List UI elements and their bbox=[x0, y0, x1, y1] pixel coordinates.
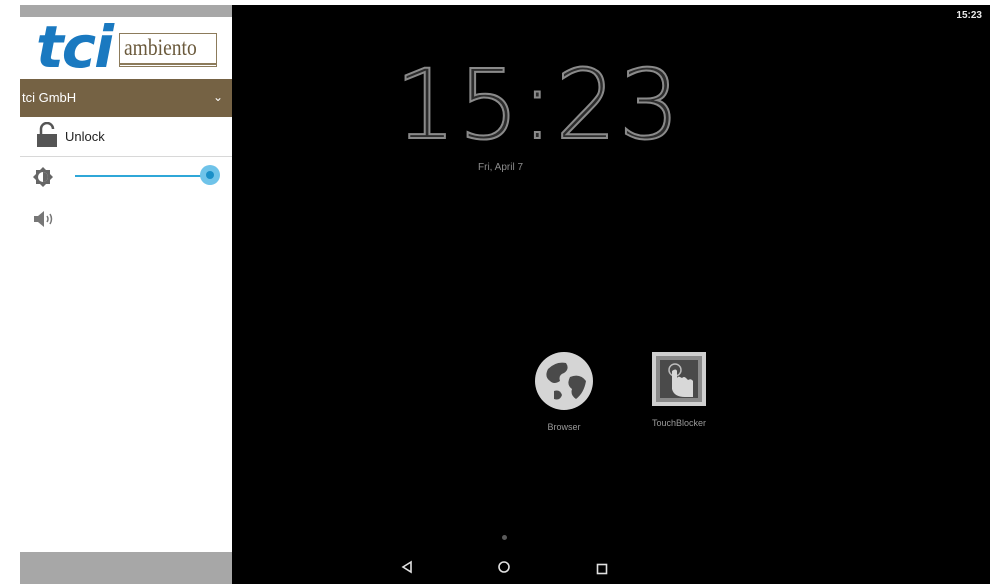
side-drawer: tci ambiento tci GmbH ⌄ Unlock bbox=[20, 13, 232, 552]
account-name: tci GmbH bbox=[22, 90, 77, 105]
tci-ambiento-logo: tci ambiento bbox=[20, 13, 232, 81]
app-label-touchblocker: TouchBlocker bbox=[651, 418, 707, 428]
back-icon[interactable] bbox=[400, 560, 414, 579]
chevron-down-icon: ⌄ bbox=[213, 90, 224, 104]
app-touchblocker[interactable]: TouchBlocker bbox=[639, 351, 719, 428]
volume-icon bbox=[33, 209, 55, 234]
logo-ambiento-text: ambiento bbox=[124, 35, 197, 60]
brightness-icon bbox=[33, 167, 53, 192]
recent-apps-icon[interactable] bbox=[596, 562, 608, 580]
app-browser[interactable]: Browser bbox=[524, 351, 604, 432]
app-label-browser: Browser bbox=[547, 422, 581, 432]
status-bar-time: 15:23 bbox=[956, 10, 982, 21]
unlock-label: Unlock bbox=[65, 129, 105, 144]
globe-icon bbox=[534, 352, 594, 415]
brightness-slider-thumb-center bbox=[206, 171, 214, 179]
home-icon[interactable] bbox=[497, 560, 511, 579]
brightness-slider-track[interactable] bbox=[75, 175, 210, 177]
account-selector[interactable]: tci GmbH ⌄ bbox=[20, 79, 232, 117]
lockscreen-date: Fri, April 7 bbox=[478, 162, 524, 173]
unlock-button[interactable]: Unlock bbox=[20, 117, 232, 155]
touch-hand-icon bbox=[651, 352, 707, 411]
drawer-divider bbox=[20, 156, 232, 157]
logo-underline bbox=[120, 63, 216, 65]
drawer-bottom-strip bbox=[20, 552, 232, 584]
lock-icon bbox=[36, 121, 58, 153]
tablet-screen: tci ambiento tci GmbH ⌄ Unlock 15:23 15:… bbox=[20, 5, 990, 584]
page-indicator-dot bbox=[502, 535, 507, 540]
logo-tci-text: tci bbox=[36, 13, 114, 81]
lockscreen-clock: 15:23 bbox=[394, 49, 682, 161]
